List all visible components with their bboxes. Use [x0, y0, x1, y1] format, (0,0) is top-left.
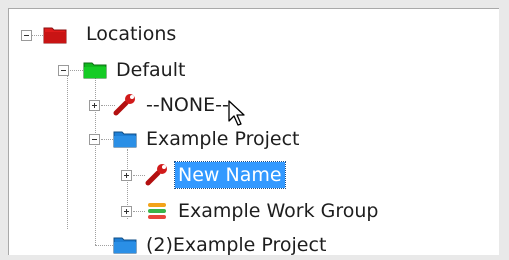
red-folder-icon	[43, 27, 67, 44]
tree-node-label: (2)Example Project	[146, 234, 327, 255]
blue-folder-icon	[113, 131, 137, 148]
tree-node-example-project[interactable]: Example Project	[9, 124, 339, 155]
tree-panel: Locations Default --NONE-- Example Proje…	[8, 8, 499, 255]
collapse-toggle[interactable]	[21, 30, 32, 41]
tree-node-label: Example Work Group	[178, 200, 379, 222]
expand-toggle[interactable]	[89, 100, 100, 111]
expand-toggle[interactable]	[121, 206, 132, 217]
expand-toggle[interactable]	[121, 170, 132, 181]
wrench-icon	[145, 164, 167, 186]
work-group-icon	[148, 203, 166, 219]
collapse-toggle[interactable]	[58, 65, 69, 76]
tree-node-label-selected[interactable]: New Name	[174, 161, 286, 189]
tree-node-label: Default	[116, 59, 186, 81]
tree-node-default[interactable]: Default	[9, 55, 229, 86]
green-folder-icon	[83, 62, 107, 79]
tree-node-label: Example Project	[146, 128, 300, 150]
blue-folder-icon	[113, 237, 137, 254]
tree-node-new-name[interactable]: New Name	[9, 160, 309, 191]
tree-node-example-work-group[interactable]: Example Work Group	[9, 196, 429, 227]
tree-node-label: --NONE--	[146, 94, 229, 116]
tree-node-locations[interactable]: Locations	[9, 19, 209, 50]
locations-tree: Locations Default --NONE-- Example Proje…	[9, 9, 499, 255]
tree-node-label: Locations	[86, 23, 177, 45]
collapse-toggle[interactable]	[89, 134, 100, 145]
mouse-cursor-icon	[228, 100, 245, 126]
tree-node-example-project-2[interactable]: (2)Example Project	[9, 230, 369, 255]
wrench-icon	[113, 94, 135, 116]
